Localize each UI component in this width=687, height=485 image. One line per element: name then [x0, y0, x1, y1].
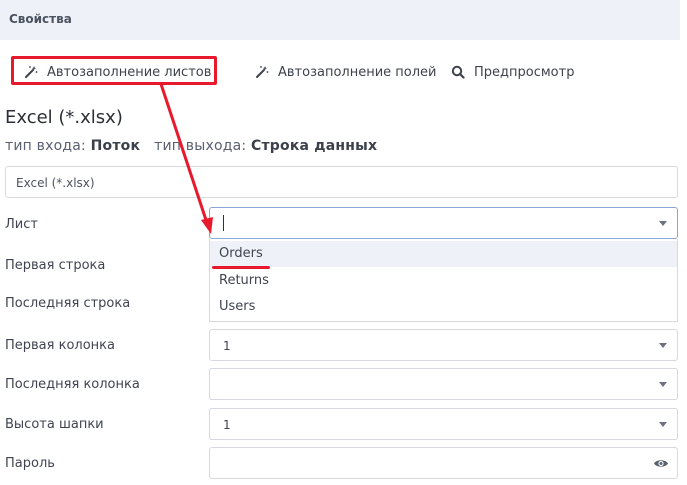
- highlight-underline: [212, 266, 270, 269]
- sheet-label: Лист: [5, 217, 38, 232]
- dropdown-option-returns[interactable]: Returns: [210, 268, 677, 294]
- chevron-down-icon[interactable]: [659, 221, 667, 226]
- output-type-value: Строка данных: [250, 138, 378, 154]
- first-column-label: Первая колонка: [5, 338, 115, 353]
- chevron-down-icon[interactable]: [659, 343, 667, 348]
- first-column-value: 1: [223, 339, 231, 353]
- autofill-fields-button[interactable]: Автозаполнение полей: [255, 57, 437, 87]
- last-column-label: Последняя колонка: [5, 377, 140, 392]
- sheet-dropdown: Orders Returns Users: [209, 239, 678, 322]
- eye-icon[interactable]: [653, 458, 669, 469]
- sheet-select[interactable]: [209, 207, 678, 239]
- dropdown-option-orders[interactable]: Orders: [210, 241, 677, 267]
- first-column-select[interactable]: 1: [209, 329, 678, 361]
- chevron-down-icon[interactable]: [659, 382, 667, 387]
- text-cursor: [223, 215, 224, 231]
- step-name-input[interactable]: Excel (*.xlsx): [5, 166, 678, 198]
- input-type-label: тип входа:: [5, 138, 86, 154]
- magic-wand-icon: [256, 66, 269, 78]
- input-type-value: Поток: [90, 138, 141, 154]
- output-type-label: тип выхода:: [154, 138, 247, 154]
- header-height-label: Высота шапки: [5, 417, 104, 432]
- chevron-down-icon[interactable]: [659, 422, 667, 427]
- header-height-select[interactable]: 1: [209, 408, 678, 440]
- highlight-box: [11, 56, 217, 85]
- password-input[interactable]: [209, 447, 678, 479]
- properties-title: Свойства: [9, 12, 72, 26]
- first-row-label: Первая строка: [5, 258, 106, 273]
- header-height-value: 1: [223, 418, 231, 432]
- password-label: Пароль: [5, 456, 55, 471]
- io-types-line: тип входа: Поток тип выхода: Строка данн…: [5, 138, 377, 154]
- preview-button[interactable]: Предпросмотр: [451, 57, 574, 87]
- search-icon: [451, 65, 465, 79]
- autofill-fields-label: Автозаполнение полей: [278, 64, 437, 80]
- preview-label: Предпросмотр: [474, 64, 575, 80]
- dropdown-option-users[interactable]: Users: [210, 294, 677, 320]
- properties-header: Свойства: [0, 0, 680, 40]
- section-title: Excel (*.xlsx): [5, 107, 123, 128]
- last-column-select[interactable]: [209, 368, 678, 400]
- last-row-label: Последняя строка: [5, 296, 131, 311]
